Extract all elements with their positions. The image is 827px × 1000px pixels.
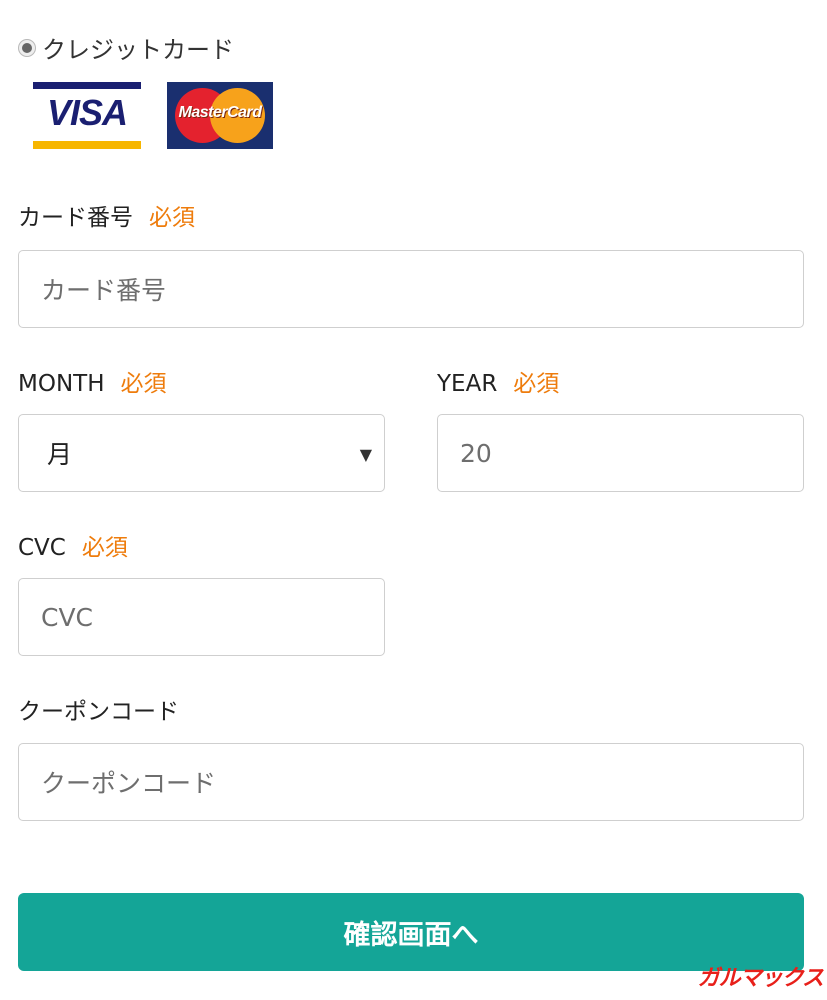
visa-logo: VISA (33, 82, 141, 149)
card-number-label: カード番号 (18, 205, 133, 231)
coupon-placeholder: クーポンコード (41, 769, 217, 798)
credit-card-radio[interactable] (18, 38, 36, 57)
required-badge: 必須 (149, 205, 195, 231)
required-badge: 必須 (513, 371, 560, 397)
card-number-input[interactable]: カード番号 (18, 250, 804, 328)
year-placeholder: 20 (460, 438, 492, 468)
cvc-label: CVC (18, 535, 66, 561)
radio-selected-dot (22, 42, 32, 53)
coupon-label: クーポンコード (18, 699, 179, 725)
visa-logo-bottom-bar (33, 141, 141, 149)
cvc-input[interactable]: CVC (18, 578, 385, 656)
required-badge: 必須 (120, 371, 167, 397)
coupon-code-input[interactable]: クーポンコード (18, 743, 804, 821)
visa-logo-top-bar (33, 82, 141, 89)
credit-card-label: クレジットカード (42, 36, 234, 64)
month-label-row: MONTH 必須 (18, 364, 167, 398)
confirm-button[interactable]: 確認画面へ (18, 893, 804, 971)
card-number-placeholder: カード番号 (41, 276, 167, 305)
year-label: YEAR (437, 371, 498, 397)
card-number-label-row: カード番号 必須 (18, 198, 195, 232)
required-badge: 必須 (81, 535, 128, 561)
card-brand-logos: VISA MasterCard (33, 82, 273, 149)
mastercard-logo-text: MasterCard (178, 104, 262, 121)
visa-logo-text: VISA (46, 92, 128, 133)
year-label-row: YEAR 必須 (437, 364, 559, 398)
credit-card-option[interactable]: クレジットカード (18, 30, 234, 65)
coupon-label-row: クーポンコード (18, 692, 179, 726)
month-selected-value: 月 (47, 440, 73, 469)
month-label: MONTH (18, 371, 105, 397)
cvc-label-row: CVC 必須 (18, 528, 128, 562)
mastercard-logo: MasterCard (167, 82, 273, 149)
cvc-placeholder: CVC (41, 602, 94, 632)
year-input[interactable]: 20 (437, 414, 804, 492)
dropdown-arrow-icon: ▼ (359, 445, 372, 464)
month-select[interactable]: 月 ▼ (18, 414, 385, 492)
watermark-logo: ガルマックス (697, 966, 824, 991)
